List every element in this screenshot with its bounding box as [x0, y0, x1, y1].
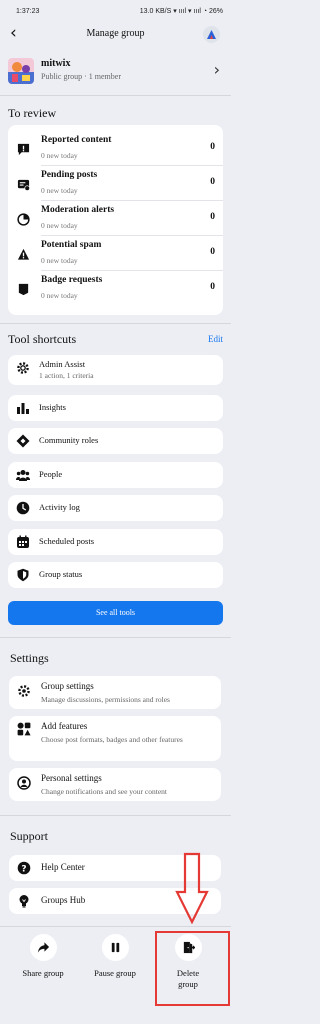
review-item-badge-requests[interactable]: Badge requests 0 new today 0	[8, 271, 223, 306]
gear-icon	[17, 362, 29, 374]
divider	[0, 637, 231, 638]
review-item-sub: 0 new today	[41, 151, 78, 160]
review-item-pending-posts[interactable]: Pending posts 0 new today 0	[8, 166, 223, 201]
review-item-title: Reported content	[41, 135, 112, 145]
tool-label: Scheduled posts	[39, 536, 95, 546]
section-title-settings: Settings	[10, 651, 49, 665]
avatar-logo-icon	[207, 30, 216, 39]
bar-chart-icon	[17, 403, 29, 414]
page-title: Manage group	[86, 28, 145, 39]
settings-item-sub: Choose post formats, badges and other fe…	[41, 735, 183, 744]
section-title-to-review: To review	[8, 106, 57, 120]
review-item-moderation-alerts[interactable]: Moderation alerts 0 new today 0	[8, 201, 223, 236]
see-all-tools-button[interactable]: See all tools	[8, 601, 223, 625]
top-bar: ‹ Manage group	[0, 22, 231, 48]
settings-item-add-features[interactable]: Add features Choose post formats, badges…	[9, 716, 221, 761]
tool-label: Activity log	[39, 502, 80, 512]
review-item-potential-spam[interactable]: Potential spam 0 new today 0	[8, 236, 223, 271]
review-item-sub: 0 new today	[41, 186, 78, 195]
tool-group-status[interactable]: Group status	[8, 562, 223, 588]
share-group-button[interactable]: Share group	[12, 934, 74, 979]
review-item-sub: 0 new today	[41, 221, 78, 230]
divider	[0, 323, 231, 324]
support-item-label: Groups Hub	[41, 895, 86, 905]
group-cover-thumbnail	[8, 58, 34, 84]
review-item-count: 0	[210, 142, 215, 152]
settings-item-personal-settings[interactable]: Personal settings Change notifications a…	[9, 768, 221, 801]
grid-icon	[17, 722, 31, 736]
clock-icon	[16, 501, 30, 515]
action-label: Share group	[22, 968, 64, 978]
tool-admin-assist[interactable]: Admin Assist 1 action, 1 criteria	[8, 355, 223, 385]
review-item-title: Badge requests	[41, 275, 103, 285]
section-title-support: Support	[10, 829, 49, 843]
review-item-sub: 0 new today	[41, 256, 78, 265]
settings-item-group-settings[interactable]: Group settings Manage discussions, permi…	[9, 676, 221, 709]
support-item-label: Help Center	[41, 862, 85, 872]
down-arrow-annotation-icon	[175, 852, 209, 924]
tool-community-roles[interactable]: Community roles	[8, 428, 223, 454]
pause-group-button[interactable]: Pause group	[84, 934, 146, 979]
group-summary-row[interactable]: mitwix Public group · 1 member ›	[0, 52, 231, 92]
calendar-icon	[17, 535, 29, 548]
edit-link[interactable]: Edit	[208, 334, 223, 344]
settings-item-sub: Change notifications and see your conten…	[41, 787, 168, 796]
tool-insights[interactable]: Insights	[8, 395, 223, 421]
tool-sub: 1 action, 1 criteria	[39, 371, 94, 380]
tool-activity-log[interactable]: Activity log	[8, 495, 223, 521]
review-item-count: 0	[210, 282, 215, 292]
review-item-title: Potential spam	[41, 240, 102, 250]
tool-label: People	[39, 469, 63, 479]
pause-icon	[111, 942, 119, 953]
review-item-count: 0	[210, 177, 215, 187]
review-item-title: Moderation alerts	[41, 205, 115, 215]
alert-icon	[17, 213, 30, 226]
person-gear-icon	[17, 776, 31, 790]
settings-item-title: Personal settings	[41, 773, 102, 783]
status-time: 1:37:23	[16, 8, 40, 15]
people-icon	[16, 470, 30, 481]
settings-item-title: Add features	[41, 721, 88, 731]
help-icon: ?	[17, 861, 31, 875]
profile-avatar[interactable]	[203, 26, 220, 43]
bulb-icon	[19, 895, 29, 908]
share-icon-circle	[29, 934, 57, 961]
tool-label: Community roles	[39, 435, 99, 445]
pending-icon	[17, 179, 30, 191]
settings-item-sub: Manage discussions, permissions and role…	[41, 695, 170, 704]
tool-label: Admin Assist	[39, 359, 86, 369]
reported-icon	[17, 143, 30, 156]
review-item-title: Pending posts	[41, 170, 98, 180]
shield-icon	[17, 568, 29, 582]
status-bar: 1:37:23 13.0 KB/S ▾ ıııl ▾ ıııl ◔ 26%	[0, 0, 231, 22]
action-label: Pause group	[94, 968, 136, 978]
tool-label: Insights	[39, 402, 66, 412]
divider	[0, 815, 231, 816]
group-name: mitwix	[41, 58, 71, 69]
badge-icon	[18, 283, 29, 296]
section-title-tool-shortcuts: Tool shortcuts	[8, 332, 77, 346]
share-icon	[37, 942, 49, 953]
gear-icon	[18, 685, 30, 697]
divider	[0, 926, 231, 927]
review-item-reported-content[interactable]: Reported content 0 new today 0	[8, 131, 223, 166]
highlight-box-annotation	[155, 931, 230, 1006]
review-item-count: 0	[210, 247, 215, 257]
status-indicators: 13.0 KB/S ▾ ıııl ▾ ıııl ◔ 26%	[139, 8, 223, 15]
chevron-right-icon: ›	[213, 60, 220, 79]
tool-scheduled-posts[interactable]: Scheduled posts	[8, 529, 223, 555]
review-card: Reported content 0 new today 0 Pending p…	[8, 125, 223, 315]
review-item-sub: 0 new today	[41, 291, 78, 300]
group-meta: Public group · 1 member	[41, 72, 121, 81]
tool-label: Group status	[39, 569, 83, 579]
divider	[0, 95, 231, 96]
warning-icon	[17, 248, 30, 260]
pause-icon-circle	[101, 934, 129, 961]
svg-text:?: ?	[21, 864, 26, 874]
tool-people[interactable]: People	[8, 462, 223, 488]
diamond-icon	[16, 434, 30, 448]
review-item-count: 0	[210, 212, 215, 222]
settings-item-title: Group settings	[41, 681, 94, 691]
